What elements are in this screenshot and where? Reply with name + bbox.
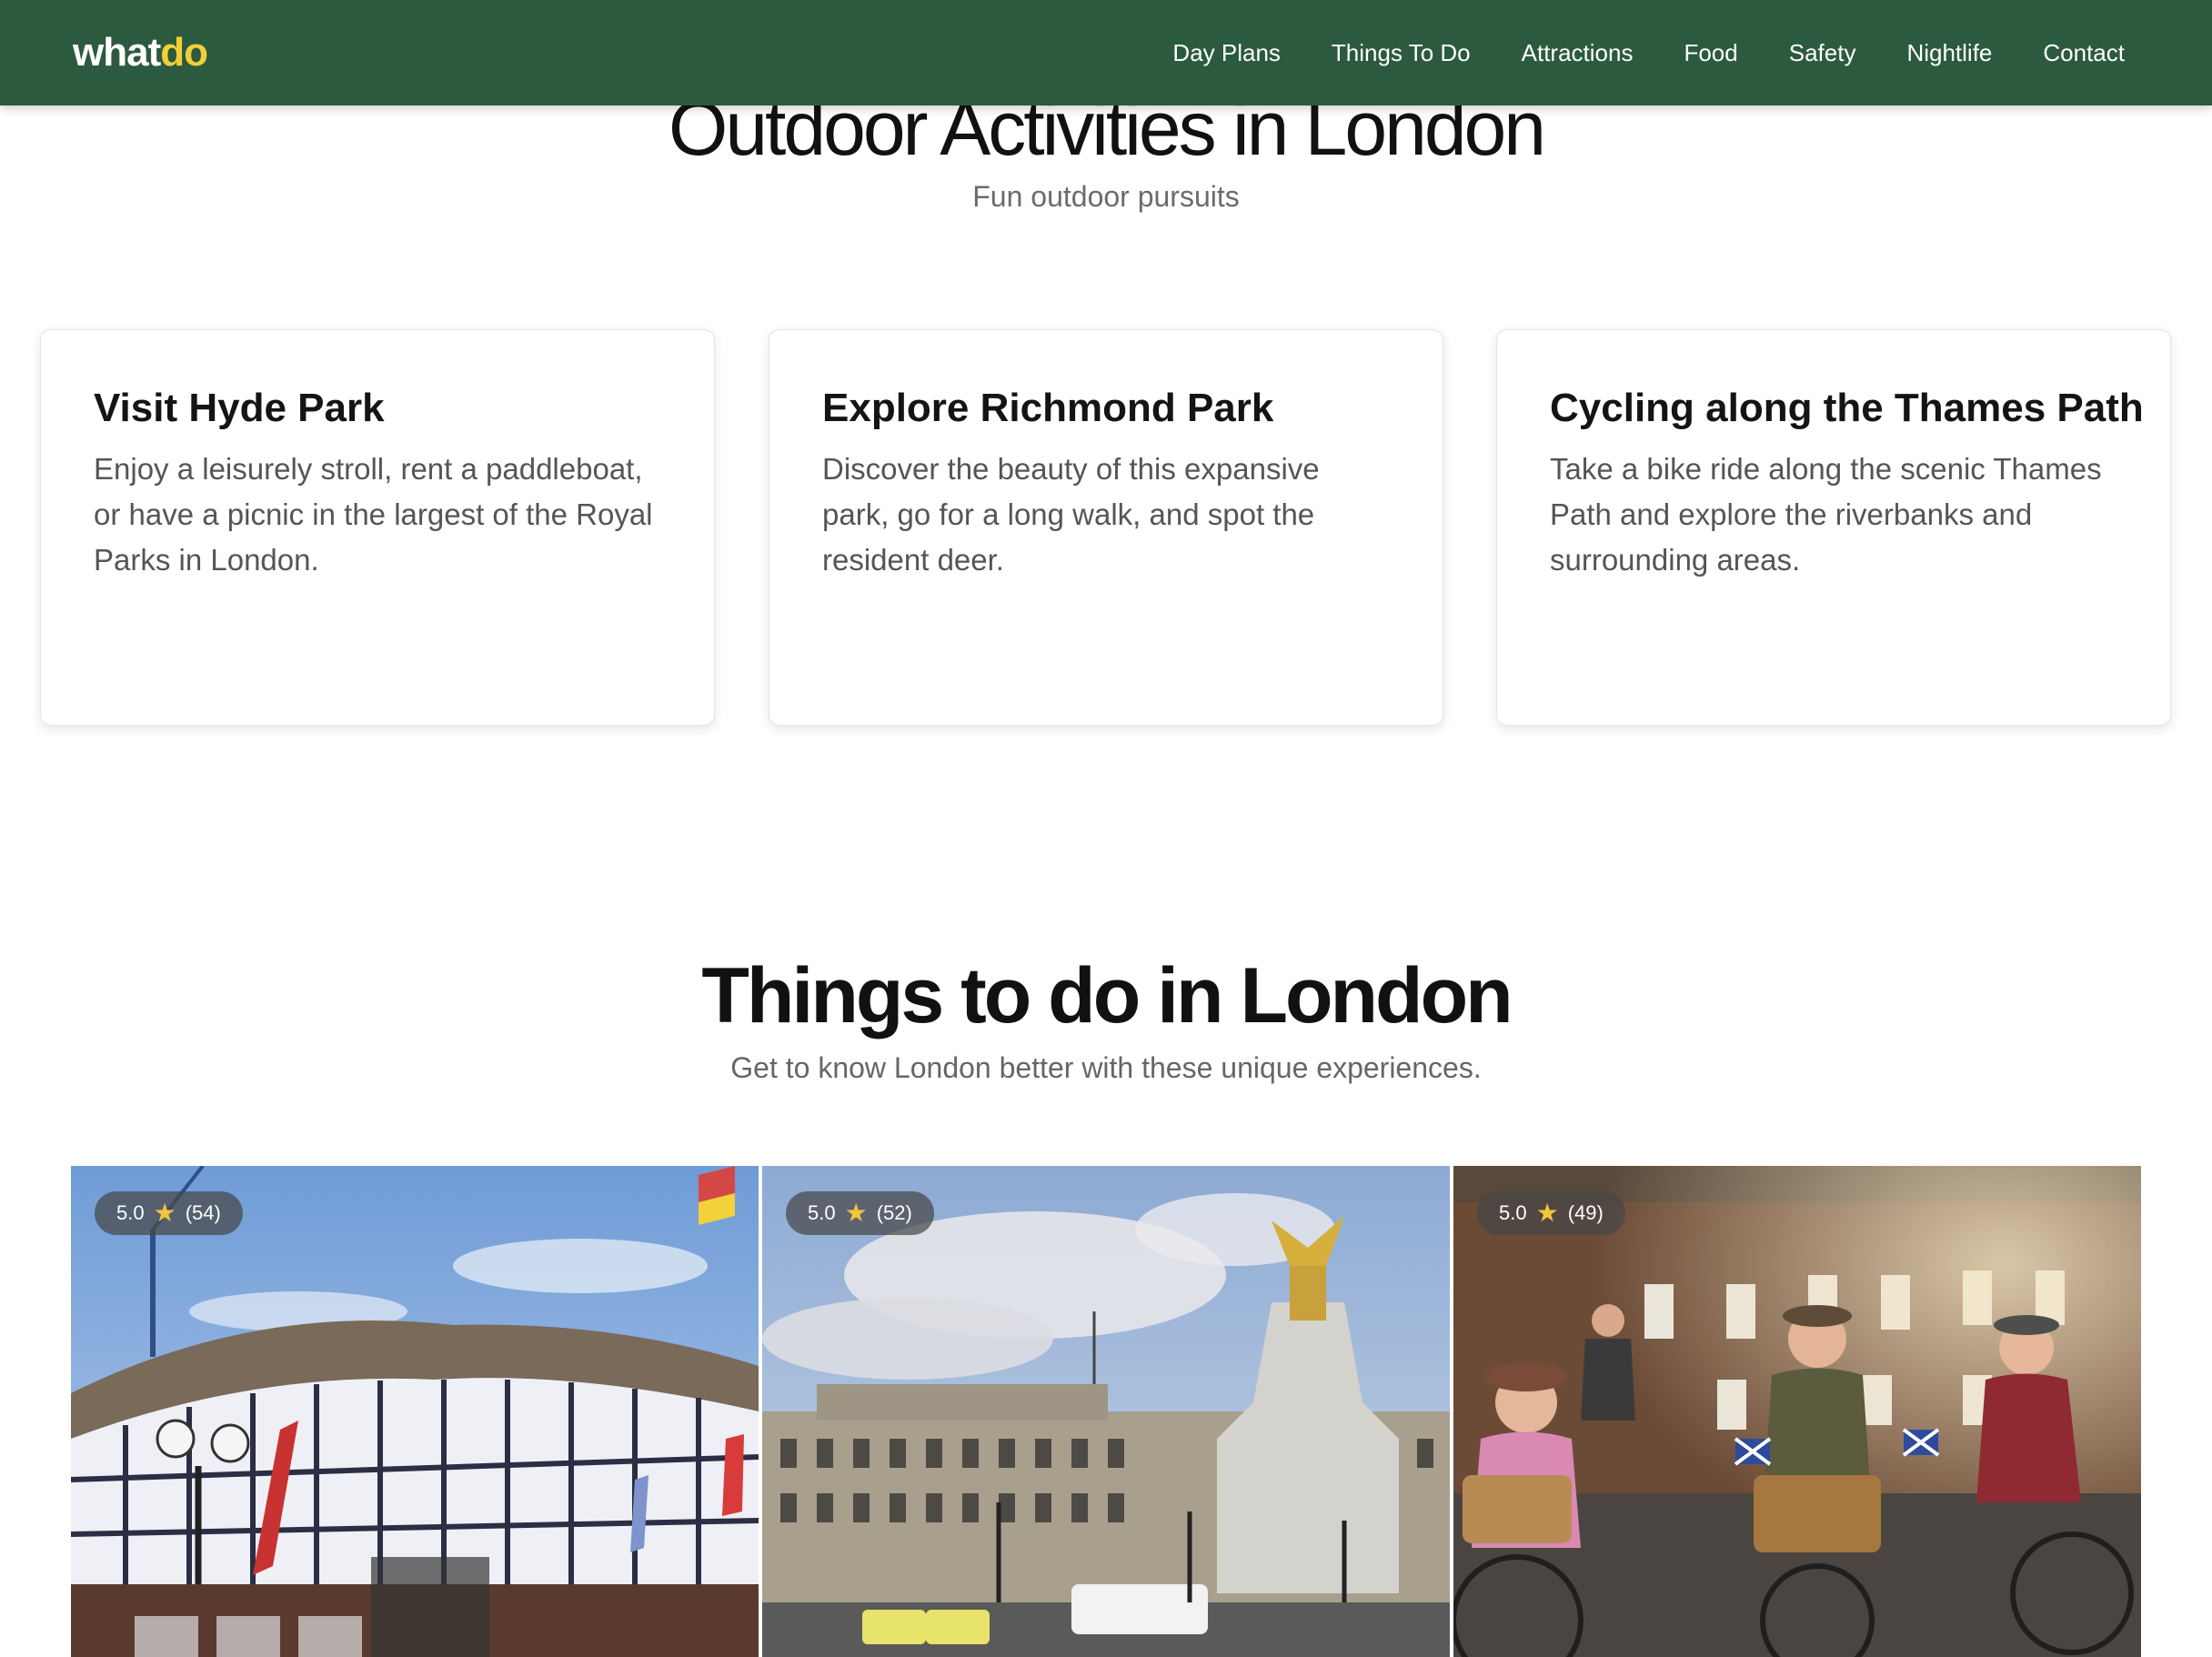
buckingham-palace-photo: [762, 1166, 1450, 1657]
nav-link-food[interactable]: Food: [1684, 39, 1737, 67]
rating-value: 5.0: [808, 1201, 836, 1224]
experience-card-palace[interactable]: 5.0 ★ (52): [762, 1166, 1450, 1657]
rating-value: 5.0: [116, 1201, 145, 1224]
star-icon: ★: [844, 1199, 868, 1227]
activity-card-text: Discover the beauty of this expansive pa…: [822, 452, 1320, 577]
logo-text-primary: what: [73, 30, 161, 75]
rating-badge: 5.0 ★ (52): [786, 1191, 934, 1235]
activity-card: Visit Hyde Park Enjoy a leisurely stroll…: [40, 329, 715, 726]
experience-card-cycling[interactable]: 5.0 ★ (49): [1453, 1166, 2141, 1657]
site-logo[interactable]: whatdo: [73, 25, 208, 80]
shakespeares-globe-photo: [71, 1166, 759, 1657]
review-count: (49): [1567, 1201, 1604, 1224]
outdoor-section-subtitle: Fun outdoor pursuits: [972, 180, 1240, 213]
nav-link-nightlife[interactable]: Nightlife: [1906, 39, 1992, 67]
activity-card: Cycling along the Thames Path Take a bik…: [1496, 329, 2171, 726]
rating-value: 5.0: [1499, 1201, 1527, 1224]
activity-card: Explore Richmond Park Discover the beaut…: [769, 329, 1443, 726]
logo-text-accent: do: [160, 30, 208, 75]
tweed-cyclists-photo: [1453, 1166, 2141, 1657]
activity-card-title: Visit Hyde Park: [94, 386, 385, 430]
activity-card-title: Cycling along the Thames Path: [1550, 386, 2144, 430]
review-count: (54): [185, 1201, 221, 1224]
review-count: (52): [876, 1201, 912, 1224]
nav-link-things-to-do[interactable]: Things To Do: [1332, 39, 1471, 67]
main-nav: Day Plans Things To Do Attractions Food …: [1172, 0, 2125, 105]
nav-link-day-plans[interactable]: Day Plans: [1172, 39, 1281, 67]
things-section-title: Things to do in London: [701, 952, 1513, 1039]
activity-card-text: Enjoy a leisurely stroll, rent a paddleb…: [94, 452, 653, 577]
rating-badge: 5.0 ★ (49): [1477, 1191, 1625, 1235]
nav-link-contact[interactable]: Contact: [2043, 39, 2125, 67]
activity-card-title: Explore Richmond Park: [822, 386, 1274, 430]
rating-badge: 5.0 ★ (54): [95, 1191, 243, 1235]
activity-card-text: Take a bike ride along the scenic Thames…: [1550, 452, 2102, 577]
star-icon: ★: [153, 1199, 176, 1227]
nav-link-safety[interactable]: Safety: [1789, 39, 1856, 67]
experience-card-globe[interactable]: 5.0 ★ (54): [71, 1166, 759, 1657]
nav-link-attractions[interactable]: Attractions: [1522, 39, 1634, 67]
star-icon: ★: [1535, 1199, 1559, 1227]
things-section-subtitle: Get to know London better with these uni…: [730, 1051, 1482, 1084]
top-navbar: whatdo Day Plans Things To Do Attraction…: [0, 0, 2212, 105]
